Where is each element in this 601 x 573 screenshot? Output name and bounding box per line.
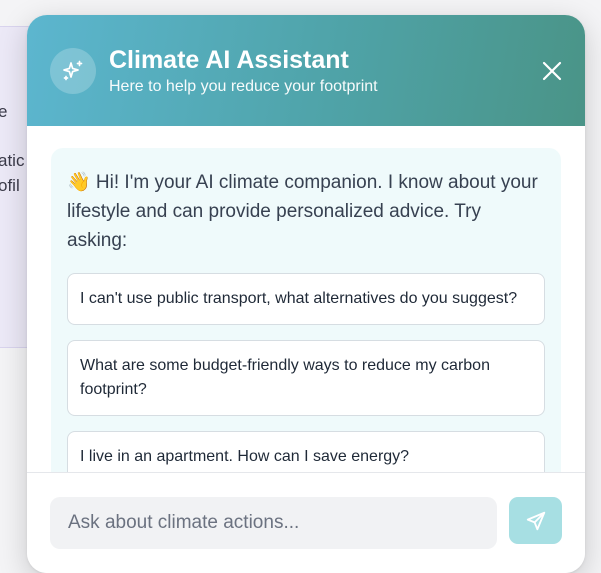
assistant-message: 👋 Hi! I'm your AI climate companion. I k… — [51, 148, 561, 472]
sparkles-icon — [50, 47, 96, 94]
chat-subtitle: Here to help you reduce your footprint — [109, 77, 378, 95]
close-icon — [542, 61, 562, 80]
chat-header: Climate AI Assistant Here to help you re… — [27, 15, 585, 126]
send-button[interactable] — [509, 497, 562, 544]
suggestion-button[interactable]: What are some budget-friendly ways to re… — [67, 340, 545, 416]
suggestion-button[interactable]: I live in an apartment. How can I save e… — [67, 431, 545, 472]
send-icon — [526, 511, 545, 530]
chat-title: Climate AI Assistant — [109, 45, 349, 74]
suggestion-button[interactable]: I can't use public transport, what alter… — [67, 273, 545, 325]
close-button[interactable] — [538, 57, 566, 85]
background-text: atic — [0, 151, 25, 170]
header-text: Climate AI Assistant Here to help you re… — [109, 45, 538, 97]
background-text: e — [0, 102, 8, 121]
chat-messages[interactable]: 👋 Hi! I'm your AI climate companion. I k… — [27, 126, 585, 472]
background-text: ofil — [0, 176, 20, 195]
chat-footer — [27, 472, 585, 573]
chat-widget: Climate AI Assistant Here to help you re… — [27, 15, 585, 573]
chat-input[interactable] — [50, 497, 497, 549]
greeting-text: 👋 Hi! I'm your AI climate companion. I k… — [67, 172, 538, 251]
